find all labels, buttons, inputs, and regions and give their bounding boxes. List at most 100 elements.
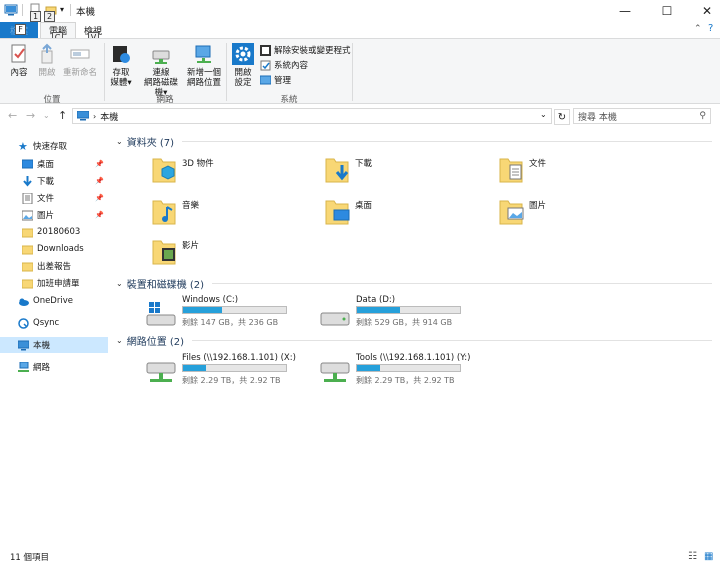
back-icon[interactable]: ← (8, 109, 17, 122)
system-properties-button[interactable]: 系統內容 (260, 59, 308, 71)
3d-objects-folder-icon (152, 158, 176, 183)
uninstall-icon (260, 44, 271, 56)
drive-x[interactable]: Files (\\192.168.1.101) (X:) 剩餘 2.29 TB，… (112, 353, 296, 389)
uninstall-program-button[interactable]: 解除安裝或變更程式 (260, 44, 351, 56)
nav-qsync[interactable]: Qsync (0, 315, 108, 331)
nav-quick-access[interactable]: ★ 快速存取 (0, 138, 108, 154)
up-icon[interactable]: ↑ (58, 109, 67, 122)
group-network-label: 網路 (156, 95, 174, 105)
folder-label: 3D 物件 (182, 159, 214, 169)
drive-y[interactable]: Tools (\\192.168.1.101) (Y:) 剩餘 2.29 TB，… (286, 353, 470, 389)
chevron-down-icon[interactable]: ⌄ (116, 137, 123, 146)
nav-folder-overtime[interactable]: 加班申請單 (0, 275, 108, 291)
qat-dropdown-icon[interactable]: ▾ (60, 5, 64, 14)
folder-label: 文件 (529, 159, 547, 169)
media-icon (113, 46, 130, 63)
search-icon: ⚲ (699, 111, 706, 121)
chevron-down-icon[interactable]: ⌄ (116, 279, 123, 288)
drive-c[interactable]: Windows (C:) 剩餘 147 GB，共 236 GB (112, 295, 287, 331)
access-media-label-1: 存取 (112, 68, 130, 78)
breadcrumb-this-pc[interactable]: 本機 (100, 110, 118, 123)
folder-desktop[interactable]: 桌面 (325, 197, 495, 231)
nav-this-pc[interactable]: 本機 (0, 337, 108, 353)
folder-videos[interactable]: 影片 (152, 237, 322, 271)
close-button[interactable]: ✕ (688, 0, 720, 22)
nav-folder-downloads[interactable]: Downloads (0, 241, 108, 257)
ribbon: 內容 開啟 重新命名 位置 存取 媒體▾ 連線 網路磁碟機▾ 新增一個 網路位置… (0, 38, 720, 105)
folder-3d-objects[interactable]: 3D 物件 (152, 155, 322, 189)
nav-downloads[interactable]: 下載 📌 (0, 173, 108, 189)
drive-d[interactable]: Data (D:) 剩餘 529 GB，共 914 GB (286, 295, 461, 331)
access-media-button[interactable]: 存取 媒體▾ (106, 43, 136, 88)
nav-folder-trip-report[interactable]: 出差報告 (0, 258, 108, 274)
nav-network[interactable]: 網路 (0, 359, 108, 375)
section-network-locations[interactable]: ⌄ 網路位置 (2) (116, 333, 712, 348)
section-divider (212, 282, 712, 284)
separator (70, 4, 71, 16)
manage-button[interactable]: 管理 (260, 74, 291, 86)
folder-icon (22, 245, 33, 254)
access-media-label-2: 媒體 (110, 78, 128, 88)
details-view-icon[interactable]: ☷ (688, 551, 697, 562)
music-folder-icon (152, 200, 176, 225)
open-icon (41, 43, 53, 64)
pictures-icon (22, 210, 33, 220)
network-drive-icon (152, 50, 170, 64)
refresh-icon[interactable]: ↻ (554, 109, 570, 125)
add-network-location-button[interactable]: 新增一個 網路位置 (184, 43, 224, 88)
download-icon (23, 175, 32, 187)
nav-documents[interactable]: 文件 📌 (0, 190, 108, 206)
section-devices[interactable]: ⌄ 裝置和磁碟機 (2) (116, 276, 712, 291)
chevron-down-icon[interactable]: ⌄ (116, 336, 123, 345)
nav-pictures[interactable]: 圖片 📌 (0, 207, 108, 223)
nav-onedrive[interactable]: OneDrive (0, 293, 108, 309)
folder-label: 音樂 (182, 201, 200, 211)
search-input[interactable]: 搜尋 本機 ⚲ (573, 108, 711, 124)
folder-label: 影片 (182, 241, 200, 251)
system-props-label: 系統內容 (274, 61, 309, 71)
folder-downloads[interactable]: 下載 (325, 155, 495, 189)
manage-icon (260, 75, 271, 84)
folder-pictures[interactable]: 圖片 (499, 197, 669, 231)
drive-free-space: 剩餘 147 GB，共 236 GB (182, 318, 279, 327)
rename-button[interactable]: 重新命名 (62, 43, 98, 78)
maximize-button[interactable]: ☐ (648, 0, 686, 22)
map-network-drive-button[interactable]: 連線 網路磁碟機▾ (140, 43, 182, 98)
nav-folder-label: 出差報告 (37, 262, 72, 272)
folder-music[interactable]: 音樂 (152, 197, 322, 231)
folder-label: 桌面 (355, 201, 373, 211)
pin-icon[interactable]: 📌 (95, 160, 104, 168)
pin-icon[interactable]: 📌 (95, 177, 104, 185)
recent-locations-icon[interactable]: ⌄ (43, 111, 50, 120)
help-icon[interactable]: ? (708, 23, 713, 34)
nav-desktop[interactable]: 桌面 📌 (0, 156, 108, 172)
tiles-view-icon[interactable]: ▦ (704, 551, 713, 562)
navigation-pane: ★ 快速存取 桌面 📌 下載 📌 文件 📌 圖片 📌 20180603 Down… (0, 131, 108, 541)
breadcrumb-chevron-icon[interactable]: › (93, 112, 96, 121)
add-location-label-1: 新增一個 (186, 68, 221, 78)
open-settings-button[interactable]: 開啟 設定 (230, 43, 256, 88)
section-folders[interactable]: ⌄ 資料夾 (7) (116, 134, 712, 149)
gear-icon (232, 43, 254, 65)
address-dropdown-icon[interactable]: ⌄ (540, 110, 547, 119)
drive-name: Data (D:) (356, 295, 396, 305)
section-divider (192, 339, 712, 341)
folder-label: 圖片 (529, 201, 547, 211)
ribbon-collapse-icon[interactable]: ⌃ (694, 24, 702, 34)
properties-button[interactable]: 內容 (6, 43, 32, 78)
minimize-button[interactable]: — (606, 0, 644, 22)
rename-label: 重新命名 (62, 68, 97, 78)
drive-free-space: 剩餘 2.29 TB，共 2.92 TB (182, 376, 281, 385)
pin-icon[interactable]: 📌 (95, 211, 104, 219)
videos-folder-icon (152, 240, 176, 265)
open-button[interactable]: 開啟 (34, 43, 60, 78)
document-icon (22, 192, 33, 204)
network-drive-icon (146, 362, 176, 382)
nav-folder-20180603[interactable]: 20180603 (0, 224, 108, 240)
computer-icon[interactable] (4, 3, 18, 17)
address-bar[interactable]: › 本機 (72, 108, 552, 124)
forward-icon[interactable]: → (26, 109, 35, 122)
folder-documents[interactable]: 文件 (499, 155, 669, 189)
nav-desktop-label: 桌面 (37, 160, 55, 170)
pin-icon[interactable]: 📌 (95, 194, 104, 202)
